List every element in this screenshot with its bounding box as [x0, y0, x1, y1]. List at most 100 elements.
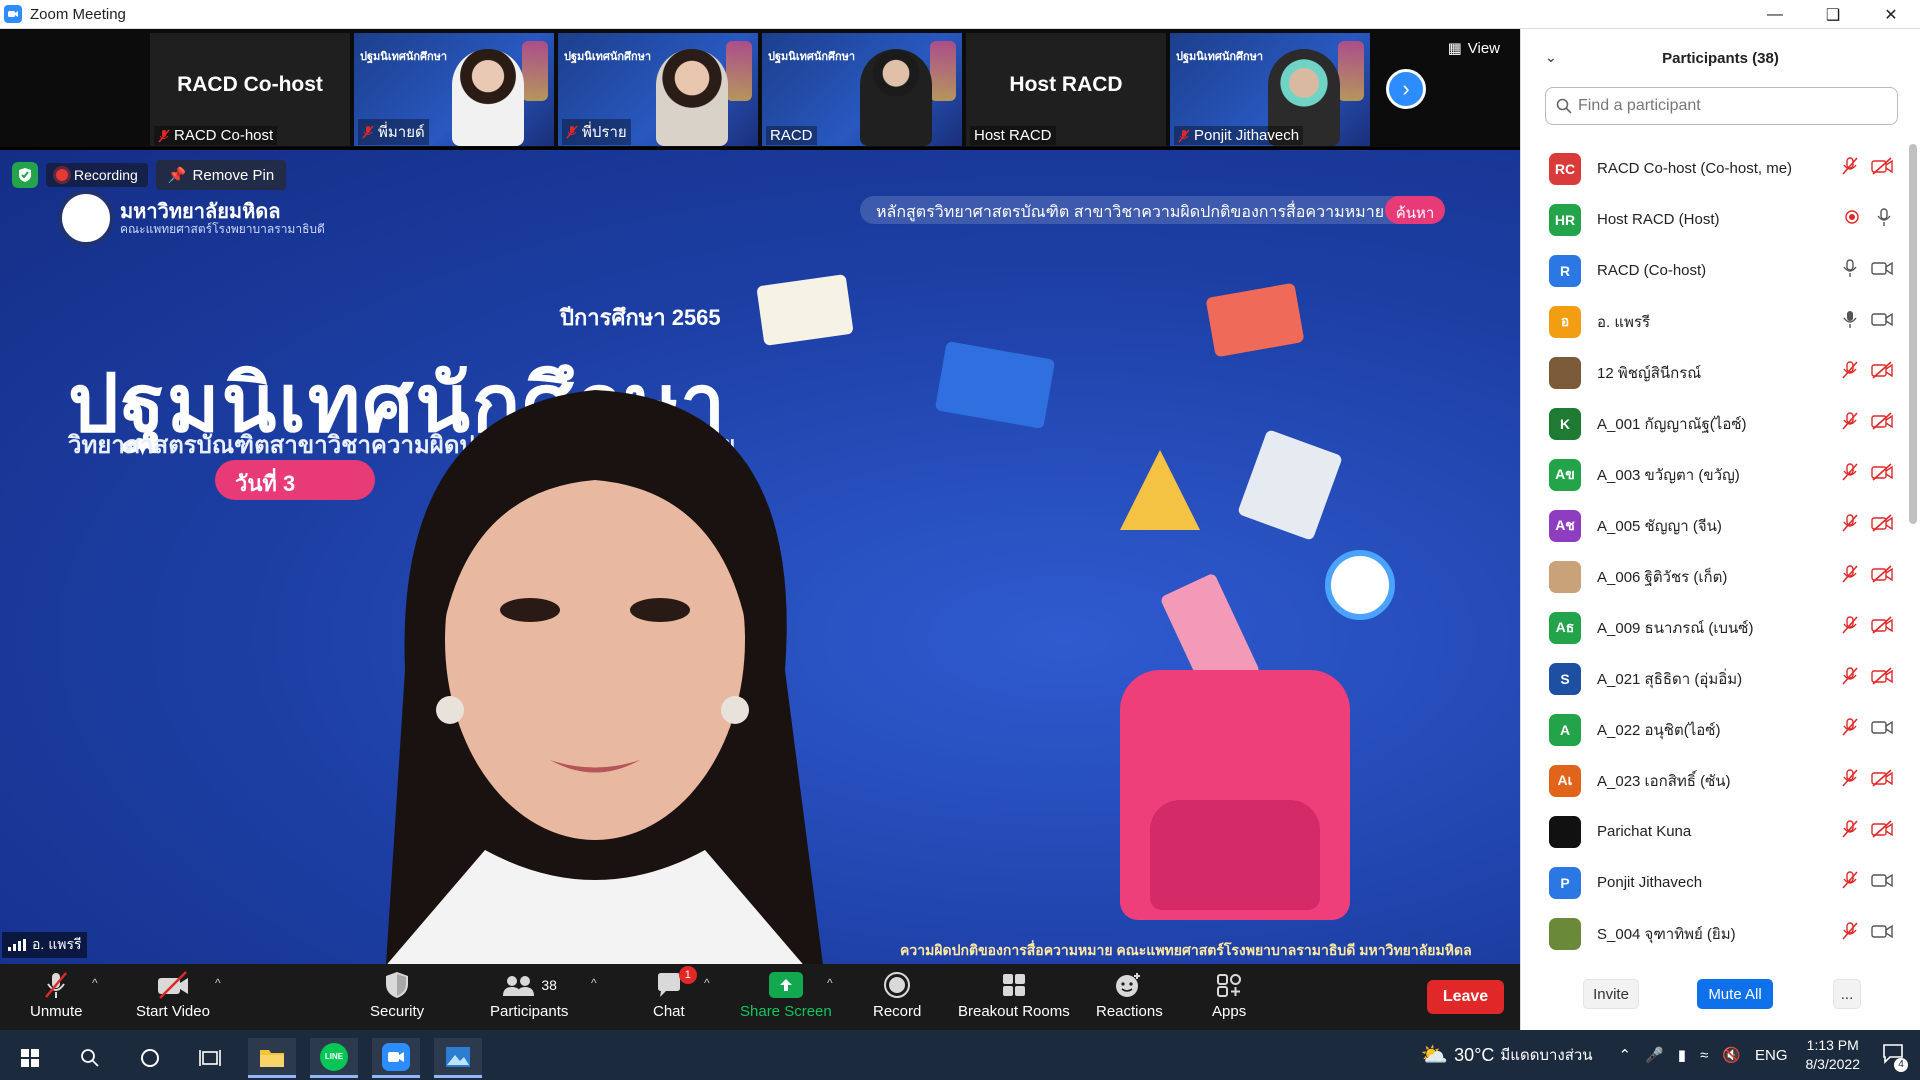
weather-cloud-sun-icon[interactable]: ⛅ [1421, 1042, 1448, 1068]
taskbar-search-icon[interactable] [66, 1038, 114, 1078]
mic-muted-icon[interactable] [1841, 615, 1859, 640]
more-options-button[interactable]: ... [1833, 979, 1861, 1009]
start-video-button[interactable]: Start Video [136, 970, 210, 1020]
show-hidden-icons-chevron-icon[interactable]: ⌃ [1619, 1046, 1632, 1064]
recording-status-icon[interactable] [1841, 208, 1863, 231]
video-off-icon[interactable] [1871, 463, 1893, 486]
remove-pin-button[interactable]: 📌 Remove Pin [155, 160, 287, 190]
participant-search-box[interactable] [1545, 87, 1898, 125]
participant-row[interactable]: HR Host RACD (Host) [1521, 194, 1907, 245]
participant-row[interactable]: P Ponjit Jithavech [1521, 857, 1907, 908]
collapse-chevron-icon[interactable]: ⌄ [1545, 49, 1557, 66]
video-off-icon[interactable] [1871, 565, 1893, 588]
video-off-icon[interactable] [1871, 769, 1893, 792]
participants-options-caret-icon[interactable]: ^ [591, 976, 597, 990]
file-explorer-icon[interactable] [248, 1038, 296, 1078]
mic-muted-icon[interactable] [1841, 462, 1859, 487]
participant-row[interactable]: S_004 จุฑาทิพย์ (ยิม) [1521, 908, 1907, 959]
volume-muted-icon[interactable]: 🔇 [1722, 1046, 1741, 1064]
leave-button[interactable]: Leave [1427, 980, 1504, 1014]
next-page-button[interactable]: › [1386, 69, 1426, 109]
mic-muted-icon[interactable] [1841, 717, 1859, 742]
participant-thumbnail[interactable]: ปฐมนิเทศนักศึกษา พี่มายด์ [354, 33, 554, 146]
participant-row[interactable]: A A_022 อนุชิต(ไอซ์) [1521, 704, 1907, 755]
mic-muted-icon[interactable] [1841, 768, 1859, 793]
video-camera-icon[interactable] [1871, 718, 1893, 741]
video-off-icon[interactable] [1871, 157, 1893, 180]
mic-muted-icon[interactable] [1841, 819, 1859, 844]
mic-muted-icon[interactable] [1841, 513, 1859, 538]
participant-thumbnail[interactable]: Host RACD Host RACD [966, 33, 1166, 146]
invite-button[interactable]: Invite [1583, 979, 1639, 1009]
photos-app-icon[interactable] [434, 1038, 482, 1078]
breakout-rooms-button[interactable]: Breakout Rooms [958, 970, 1070, 1020]
participant-row[interactable]: RC RACD Co-host (Co-host, me) [1521, 143, 1907, 194]
video-camera-icon[interactable] [1871, 871, 1893, 894]
microphone-icon[interactable] [1875, 207, 1893, 232]
participants-button[interactable]: 38 Participants [490, 970, 568, 1020]
participant-row[interactable]: Aข A_003 ขวัญตา (ขวัญ) [1521, 449, 1907, 500]
battery-icon[interactable]: ▮ [1678, 1046, 1686, 1064]
participant-thumbnail[interactable]: RACD Co-host RACD Co-host [150, 33, 350, 146]
participant-search-input[interactable] [1578, 97, 1878, 115]
participant-row[interactable]: อ อ. แพรรี [1521, 296, 1907, 347]
weather-description[interactable]: มีแดดบางส่วน [1500, 1043, 1592, 1067]
chat-options-caret-icon[interactable]: ^ [704, 976, 710, 990]
cortana-icon[interactable] [126, 1038, 174, 1078]
mic-muted-icon[interactable] [1841, 921, 1859, 946]
video-camera-icon[interactable] [1871, 922, 1893, 945]
video-off-icon[interactable] [1871, 514, 1893, 537]
participant-row[interactable]: Aช A_005 ชัญญา (จีน) [1521, 500, 1907, 551]
video-off-icon[interactable] [1871, 361, 1893, 384]
record-button[interactable]: Record [873, 970, 921, 1020]
mic-muted-icon[interactable] [1841, 666, 1859, 691]
video-off-icon[interactable] [1871, 667, 1893, 690]
apps-button[interactable]: Apps [1212, 970, 1246, 1020]
line-app-icon[interactable]: LINE [310, 1038, 358, 1078]
participant-row[interactable]: 12 พิชญ์สินีกรณ์ [1521, 347, 1907, 398]
participant-thumbnail[interactable]: ปฐมนิเทศนักศึกษา Ponjit Jithavech [1170, 33, 1370, 146]
encryption-shield-icon[interactable] [12, 162, 38, 188]
participant-row[interactable]: S A_021 สุธิธิดา (อุ่มอิ่ม) [1521, 653, 1907, 704]
mute-all-button[interactable]: Mute All [1697, 979, 1773, 1009]
participant-row[interactable]: Aเ A_023 เอกสิทธิ์ (ซัน) [1521, 755, 1907, 806]
share-options-caret-icon[interactable]: ^ [827, 976, 833, 990]
participant-row[interactable]: A_006 ฐิติวัชร (เก็ต) [1521, 551, 1907, 602]
video-off-icon[interactable] [1871, 412, 1893, 435]
microphone-tray-icon[interactable]: 🎤 [1645, 1046, 1664, 1064]
weather-temperature[interactable]: 30°C [1454, 1045, 1494, 1066]
close-icon[interactable]: ✕ [1862, 0, 1920, 29]
video-off-icon[interactable] [1871, 616, 1893, 639]
unmute-button[interactable]: Unmute [30, 970, 83, 1020]
zoom-taskbar-icon[interactable] [372, 1038, 420, 1078]
mic-muted-icon[interactable] [1841, 360, 1859, 385]
participant-row[interactable]: R RACD (Co-host) [1521, 245, 1907, 296]
windows-start-icon[interactable] [6, 1038, 54, 1078]
mic-muted-icon[interactable] [1841, 411, 1859, 436]
audio-options-caret-icon[interactable]: ^ [92, 976, 98, 990]
participant-thumbnail[interactable]: ปฐมนิเทศนักศึกษา RACD [762, 33, 962, 146]
taskbar-clock[interactable]: 1:13 PM 8/3/2022 [1806, 1036, 1861, 1074]
video-camera-icon[interactable] [1871, 259, 1893, 282]
restore-icon[interactable]: ❑ [1804, 0, 1862, 29]
chat-button[interactable]: 1 Chat [653, 966, 697, 1020]
mic-muted-icon[interactable] [1841, 564, 1859, 589]
reactions-button[interactable]: Reactions [1096, 970, 1163, 1020]
video-off-icon[interactable] [1871, 820, 1893, 843]
participant-row[interactable]: Aธ A_009 ธนาภรณ์ (เบนซ์) [1521, 602, 1907, 653]
participants-scrollbar[interactable] [1909, 144, 1917, 524]
security-button[interactable]: Security [370, 970, 424, 1020]
mic-muted-icon[interactable] [1841, 870, 1859, 895]
task-view-icon[interactable] [186, 1038, 234, 1078]
participant-row[interactable]: K A_001 กัญญาณัฐ(ไอซ์) [1521, 398, 1907, 449]
video-options-caret-icon[interactable]: ^ [215, 976, 221, 990]
view-button[interactable]: ▦ View [1448, 39, 1500, 58]
input-language[interactable]: ENG [1755, 1047, 1788, 1064]
mic-muted-icon[interactable] [1841, 156, 1859, 181]
video-camera-icon[interactable] [1871, 310, 1893, 333]
participant-row[interactable]: Parichat Kuna [1521, 806, 1907, 857]
notification-center-icon[interactable]: 4 [1882, 1042, 1908, 1072]
participant-thumbnail[interactable]: ปฐมนิเทศนักศึกษา พี่ปราย [558, 33, 758, 146]
wifi-icon[interactable]: ≈ [1700, 1047, 1708, 1064]
microphone-icon[interactable] [1841, 258, 1859, 283]
